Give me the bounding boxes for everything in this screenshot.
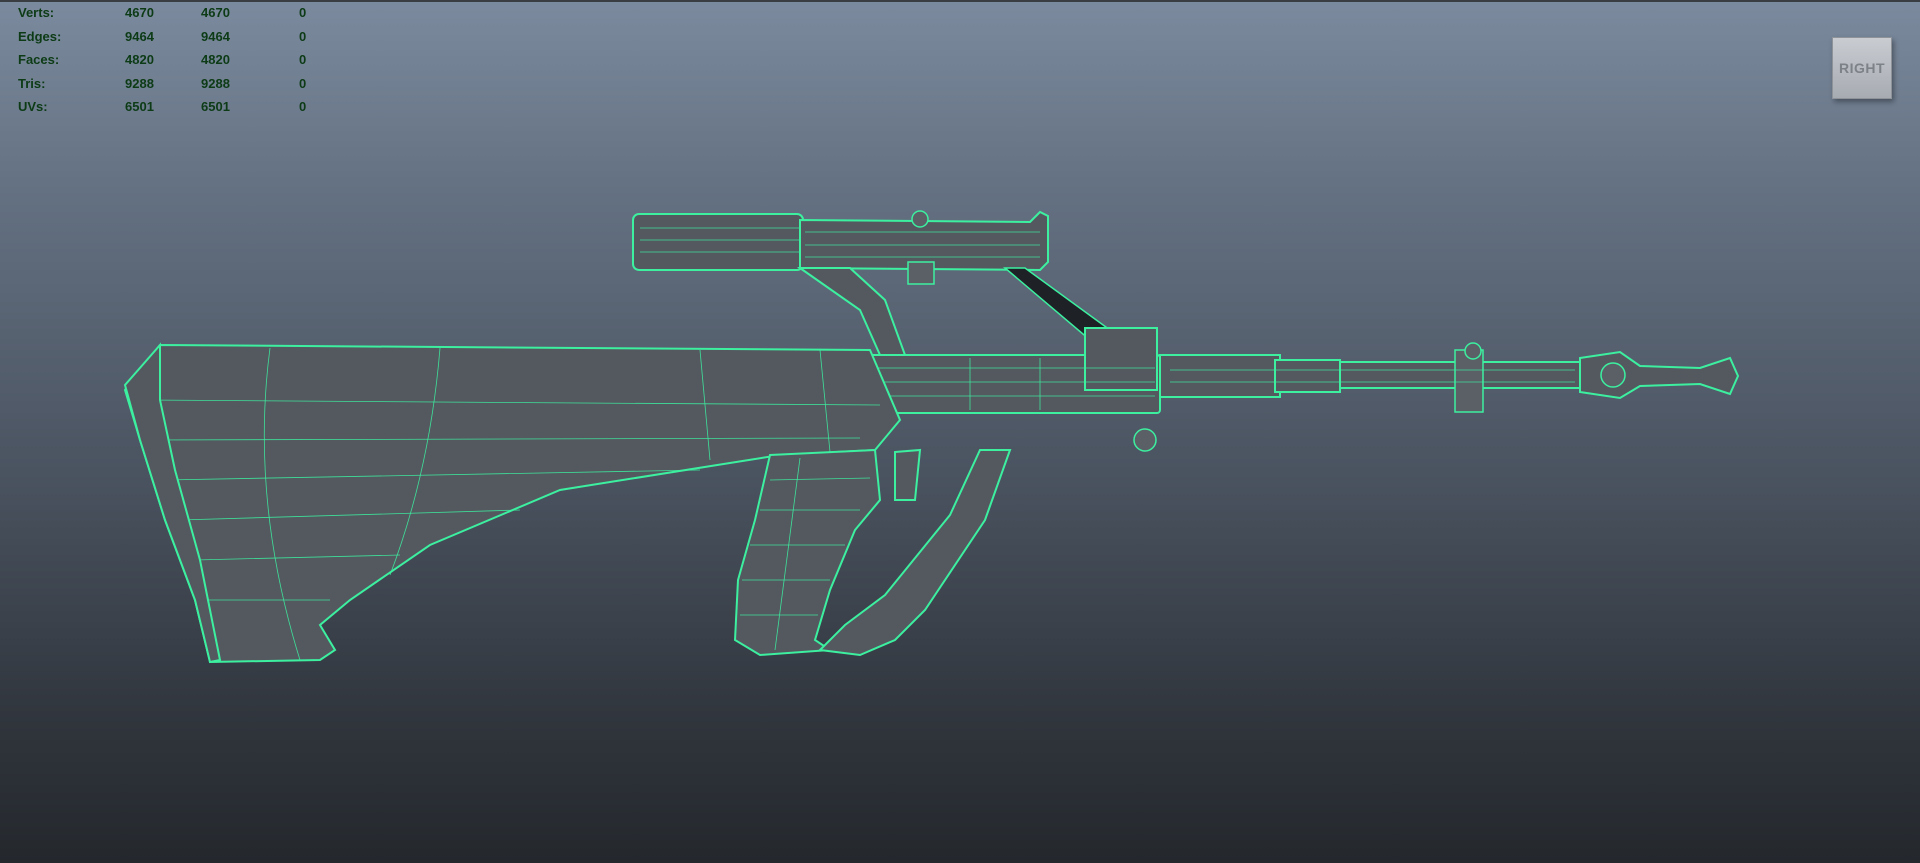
grip-part	[733, 448, 1012, 657]
magazine-release-part	[1133, 428, 1157, 452]
receiver-part	[864, 327, 1740, 414]
viewport-panel[interactable]: Verts: 4670 4670 0 Edges: 9464 9464 0 Fa…	[0, 0, 1920, 863]
front-mount-part	[796, 267, 907, 356]
rifle-mesh-icon[interactable]	[0, 0, 1920, 863]
